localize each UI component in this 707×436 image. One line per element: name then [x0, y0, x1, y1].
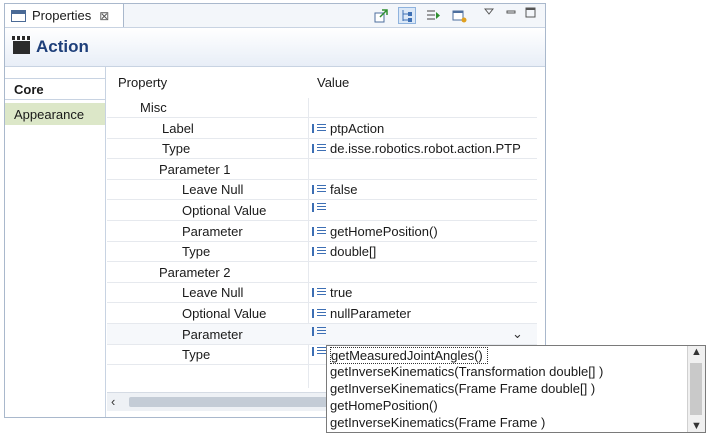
dropdown-scroll-thumb[interactable]	[690, 363, 702, 415]
tab-core[interactable]: Core	[5, 78, 105, 100]
property-name: Type	[182, 244, 211, 260]
scroll-thumb[interactable]	[129, 397, 329, 407]
table-row[interactable]: Optional Value nullParameter	[107, 303, 537, 324]
property-name: Parameter	[182, 326, 243, 342]
grid-header: Property Value	[107, 63, 537, 97]
list-item[interactable]: getHomePosition()	[330, 398, 438, 415]
table-row[interactable]: Label ptpAction	[107, 118, 537, 139]
list-item[interactable]: getInverseKinematics(Frame Frame double[…	[330, 381, 595, 398]
parameter-dropdown-list[interactable]: getMeasuredJointAngles() getInverseKinema…	[326, 345, 706, 433]
close-icon[interactable]: ⊠	[99, 9, 109, 23]
list-item[interactable]: getInverseKinematics(Transformation doub…	[330, 364, 603, 381]
maximize-icon[interactable]	[525, 7, 536, 21]
table-row[interactable]: Type double[]	[107, 241, 537, 263]
dropdown-scrollbar[interactable]: ▲ ▼	[687, 346, 705, 432]
property-value-text: double[]	[330, 244, 377, 260]
scroll-left-icon[interactable]: ‹	[111, 394, 115, 409]
table-row[interactable]: Optional Value	[107, 200, 537, 221]
property-value[interactable]	[312, 203, 330, 212]
property-value-text: false	[330, 182, 358, 198]
property-name: Label	[162, 120, 194, 136]
property-value[interactable]: getHomePosition()	[312, 224, 438, 239]
table-row[interactable]: Parameter getHomePosition()	[107, 221, 537, 242]
scroll-down-icon[interactable]: ▼	[691, 420, 702, 432]
property-value[interactable]: false	[312, 182, 357, 197]
table-row[interactable]: Parameter 2	[107, 262, 537, 283]
table-row[interactable]: Type de.isse.robotics.robot.action.PTP	[107, 138, 537, 160]
property-name: Leave Null	[182, 182, 244, 198]
property-value[interactable]: ptpAction	[312, 121, 384, 136]
list-item[interactable]: getMeasuredJointAngles()	[330, 347, 488, 364]
table-row[interactable]: Leave Null false	[107, 179, 537, 201]
property-name: Misc	[140, 100, 167, 115]
new-window-icon[interactable]	[450, 7, 468, 24]
value-icon	[312, 226, 326, 236]
table-row[interactable]: Parameter 1	[107, 159, 537, 180]
property-value-text: getHomePosition()	[330, 223, 438, 239]
property-value-text: nullParameter	[330, 306, 411, 321]
value-icon	[312, 144, 326, 154]
property-value[interactable]: double[]	[312, 244, 376, 259]
value-icon	[312, 185, 326, 195]
property-name: Optional Value	[182, 203, 267, 218]
property-value-text: ptpAction	[330, 120, 385, 136]
chevron-down-icon[interactable]: ⌄	[512, 326, 523, 342]
property-name: Type	[182, 347, 211, 363]
tab-properties[interactable]: Properties ⊠	[5, 4, 124, 27]
scroll-up-icon[interactable]: ▲	[691, 346, 702, 358]
property-name: Parameter 2	[159, 264, 231, 280]
title-area: Action	[5, 28, 545, 67]
view-tab-bar: Properties ⊠	[5, 4, 545, 28]
value-icon	[312, 326, 326, 336]
category-tabs: Core Appearance	[5, 67, 106, 417]
header-property: Property	[118, 75, 168, 90]
properties-window-icon	[11, 9, 26, 22]
table-row[interactable]: Leave Null true	[107, 282, 537, 304]
property-value[interactable]: nullParameter	[312, 306, 411, 321]
tab-properties-label: Properties	[32, 8, 92, 23]
page-title: Action	[36, 37, 89, 56]
view-menu-icon[interactable]	[483, 7, 495, 19]
property-value[interactable]: de.isse.robotics.robot.action.PTP	[312, 141, 521, 156]
tree-icon[interactable]	[398, 7, 416, 24]
table-row[interactable]: Parameter ⌄	[107, 323, 537, 345]
filter-icon[interactable]	[424, 7, 442, 24]
pin-icon[interactable]	[372, 7, 390, 24]
value-icon	[312, 309, 326, 318]
property-value-text: true	[330, 285, 353, 301]
minimize-icon[interactable]	[506, 7, 516, 19]
table-row[interactable]: Misc	[107, 97, 537, 118]
value-icon	[312, 288, 326, 298]
clapperboard-icon	[12, 36, 31, 54]
property-value[interactable]	[312, 326, 330, 336]
property-value[interactable]: true	[312, 285, 352, 300]
list-item[interactable]: getInverseKinematics(Frame Frame )	[330, 415, 545, 432]
property-value-text: de.isse.robotics.robot.action.PTP	[330, 141, 521, 157]
property-name: Leave Null	[182, 285, 244, 301]
property-name: Parameter	[182, 223, 243, 239]
tab-appearance[interactable]: Appearance	[5, 103, 105, 125]
property-name: Type	[162, 141, 191, 157]
value-icon	[312, 123, 326, 133]
value-icon	[312, 247, 326, 257]
property-grid: Property Value Misc Label ptpAction Type de.…	[107, 63, 537, 388]
value-icon	[312, 203, 326, 212]
property-name: Parameter 1	[159, 161, 231, 177]
header-value: Value	[317, 75, 350, 90]
value-icon	[312, 347, 326, 357]
property-name: Optional Value	[182, 306, 267, 321]
